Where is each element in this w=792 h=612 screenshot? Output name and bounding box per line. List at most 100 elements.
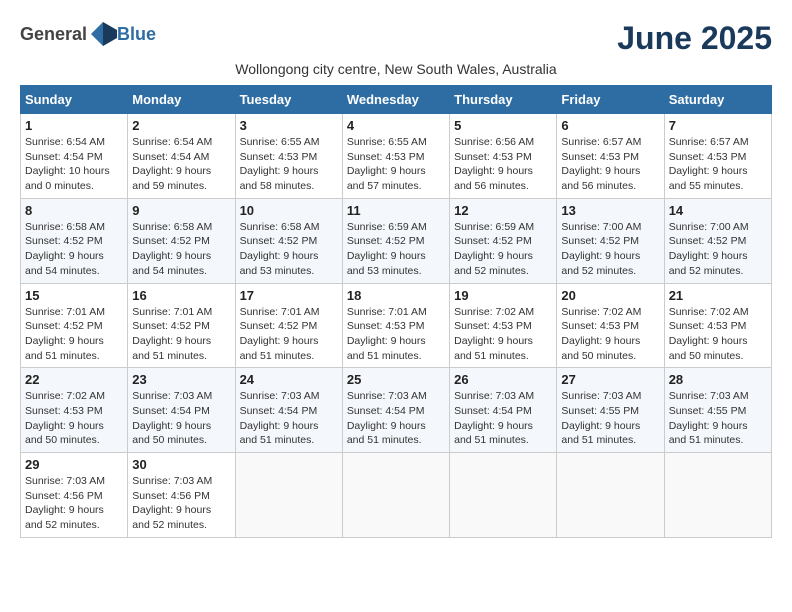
sunset-label: Sunset: 4:56 PM: [25, 490, 103, 502]
sunset-label: Sunset: 4:53 PM: [240, 151, 318, 163]
day-info: Sunrise: 6:59 AM Sunset: 4:52 PM Dayligh…: [454, 220, 552, 279]
sunset-label: Sunset: 4:52 PM: [561, 235, 639, 247]
day-number: 11: [347, 203, 445, 218]
daylight-label: Daylight: 9 hours and 51 minutes.: [454, 420, 533, 447]
page-header: General Blue June 2025: [20, 20, 772, 57]
day-cell-19: 19 Sunrise: 7:02 AM Sunset: 4:53 PM Dayl…: [450, 283, 557, 368]
daylight-label: Daylight: 9 hours and 53 minutes.: [347, 250, 426, 277]
day-number: 19: [454, 288, 552, 303]
day-cell-28: 28 Sunrise: 7:03 AM Sunset: 4:55 PM Dayl…: [664, 368, 771, 453]
empty-cell: [557, 453, 664, 538]
day-info: Sunrise: 7:03 AM Sunset: 4:56 PM Dayligh…: [132, 474, 230, 533]
calendar-week-3: 15 Sunrise: 7:01 AM Sunset: 4:52 PM Dayl…: [21, 283, 772, 368]
day-cell-3: 3 Sunrise: 6:55 AM Sunset: 4:53 PM Dayli…: [235, 114, 342, 199]
sunset-label: Sunset: 4:52 PM: [25, 320, 103, 332]
sunrise-label: Sunrise: 7:03 AM: [132, 475, 212, 487]
day-info: Sunrise: 7:01 AM Sunset: 4:53 PM Dayligh…: [347, 305, 445, 364]
daylight-label: Daylight: 9 hours and 52 minutes.: [132, 504, 211, 531]
sunset-label: Sunset: 4:53 PM: [561, 320, 639, 332]
day-number: 15: [25, 288, 123, 303]
day-cell-14: 14 Sunrise: 7:00 AM Sunset: 4:52 PM Dayl…: [664, 198, 771, 283]
daylight-label: Daylight: 9 hours and 54 minutes.: [25, 250, 104, 277]
day-number: 26: [454, 372, 552, 387]
day-cell-16: 16 Sunrise: 7:01 AM Sunset: 4:52 PM Dayl…: [128, 283, 235, 368]
sunset-label: Sunset: 4:53 PM: [454, 320, 532, 332]
sunrise-label: Sunrise: 6:59 AM: [347, 221, 427, 233]
title-area: June 2025: [617, 20, 772, 57]
day-number: 4: [347, 118, 445, 133]
sunset-label: Sunset: 4:52 PM: [454, 235, 532, 247]
sunrise-label: Sunrise: 6:58 AM: [132, 221, 212, 233]
day-number: 29: [25, 457, 123, 472]
sunrise-label: Sunrise: 6:59 AM: [454, 221, 534, 233]
daylight-label: Daylight: 9 hours and 58 minutes.: [240, 165, 319, 192]
daylight-label: Daylight: 9 hours and 57 minutes.: [347, 165, 426, 192]
sunset-label: Sunset: 4:54 PM: [132, 405, 210, 417]
sunrise-label: Sunrise: 7:02 AM: [561, 306, 641, 318]
sunset-label: Sunset: 4:55 PM: [561, 405, 639, 417]
daylight-label: Daylight: 9 hours and 56 minutes.: [561, 165, 640, 192]
day-cell-25: 25 Sunrise: 7:03 AM Sunset: 4:54 PM Dayl…: [342, 368, 449, 453]
sunset-label: Sunset: 4:52 PM: [25, 235, 103, 247]
day-number: 3: [240, 118, 338, 133]
daylight-label: Daylight: 9 hours and 51 minutes.: [240, 420, 319, 447]
day-number: 23: [132, 372, 230, 387]
day-number: 12: [454, 203, 552, 218]
day-cell-22: 22 Sunrise: 7:02 AM Sunset: 4:53 PM Dayl…: [21, 368, 128, 453]
daylight-label: Daylight: 9 hours and 52 minutes.: [669, 250, 748, 277]
sunset-label: Sunset: 4:54 PM: [240, 405, 318, 417]
calendar-week-5: 29 Sunrise: 7:03 AM Sunset: 4:56 PM Dayl…: [21, 453, 772, 538]
day-info: Sunrise: 6:55 AM Sunset: 4:53 PM Dayligh…: [347, 135, 445, 194]
day-number: 16: [132, 288, 230, 303]
day-number: 30: [132, 457, 230, 472]
sunrise-label: Sunrise: 6:57 AM: [669, 136, 749, 148]
day-info: Sunrise: 7:01 AM Sunset: 4:52 PM Dayligh…: [132, 305, 230, 364]
sunset-label: Sunset: 4:54 AM: [132, 151, 209, 163]
empty-cell: [235, 453, 342, 538]
empty-cell: [342, 453, 449, 538]
day-info: Sunrise: 7:03 AM Sunset: 4:56 PM Dayligh…: [25, 474, 123, 533]
day-number: 25: [347, 372, 445, 387]
calendar-week-2: 8 Sunrise: 6:58 AM Sunset: 4:52 PM Dayli…: [21, 198, 772, 283]
day-cell-5: 5 Sunrise: 6:56 AM Sunset: 4:53 PM Dayli…: [450, 114, 557, 199]
day-info: Sunrise: 7:00 AM Sunset: 4:52 PM Dayligh…: [669, 220, 767, 279]
sunrise-label: Sunrise: 7:00 AM: [669, 221, 749, 233]
sunrise-label: Sunrise: 7:01 AM: [240, 306, 320, 318]
daylight-label: Daylight: 9 hours and 51 minutes.: [454, 335, 533, 362]
calendar-week-4: 22 Sunrise: 7:02 AM Sunset: 4:53 PM Dayl…: [21, 368, 772, 453]
day-info: Sunrise: 6:58 AM Sunset: 4:52 PM Dayligh…: [132, 220, 230, 279]
day-info: Sunrise: 6:57 AM Sunset: 4:53 PM Dayligh…: [561, 135, 659, 194]
day-cell-1: 1 Sunrise: 6:54 AM Sunset: 4:54 PM Dayli…: [21, 114, 128, 199]
sunrise-label: Sunrise: 6:55 AM: [240, 136, 320, 148]
day-number: 21: [669, 288, 767, 303]
daylight-label: Daylight: 9 hours and 53 minutes.: [240, 250, 319, 277]
day-info: Sunrise: 6:57 AM Sunset: 4:53 PM Dayligh…: [669, 135, 767, 194]
day-cell-23: 23 Sunrise: 7:03 AM Sunset: 4:54 PM Dayl…: [128, 368, 235, 453]
day-number: 5: [454, 118, 552, 133]
sunrise-label: Sunrise: 7:03 AM: [240, 390, 320, 402]
day-number: 17: [240, 288, 338, 303]
sunrise-label: Sunrise: 7:00 AM: [561, 221, 641, 233]
day-cell-27: 27 Sunrise: 7:03 AM Sunset: 4:55 PM Dayl…: [557, 368, 664, 453]
day-info: Sunrise: 7:02 AM Sunset: 4:53 PM Dayligh…: [669, 305, 767, 364]
sunrise-label: Sunrise: 6:56 AM: [454, 136, 534, 148]
daylight-label: Daylight: 9 hours and 51 minutes.: [347, 335, 426, 362]
daylight-label: Daylight: 9 hours and 52 minutes.: [561, 250, 640, 277]
sunset-label: Sunset: 4:52 PM: [132, 235, 210, 247]
day-number: 7: [669, 118, 767, 133]
day-cell-30: 30 Sunrise: 7:03 AM Sunset: 4:56 PM Dayl…: [128, 453, 235, 538]
sunrise-label: Sunrise: 7:03 AM: [669, 390, 749, 402]
sunrise-label: Sunrise: 7:01 AM: [132, 306, 212, 318]
daylight-label: Daylight: 9 hours and 50 minutes.: [132, 420, 211, 447]
daylight-label: Daylight: 9 hours and 51 minutes.: [240, 335, 319, 362]
day-cell-21: 21 Sunrise: 7:02 AM Sunset: 4:53 PM Dayl…: [664, 283, 771, 368]
daylight-label: Daylight: 9 hours and 51 minutes.: [347, 420, 426, 447]
sunset-label: Sunset: 4:52 PM: [240, 235, 318, 247]
day-cell-29: 29 Sunrise: 7:03 AM Sunset: 4:56 PM Dayl…: [21, 453, 128, 538]
day-info: Sunrise: 7:03 AM Sunset: 4:54 PM Dayligh…: [347, 389, 445, 448]
col-header-wednesday: Wednesday: [342, 86, 449, 114]
day-info: Sunrise: 7:03 AM Sunset: 4:55 PM Dayligh…: [669, 389, 767, 448]
day-info: Sunrise: 7:03 AM Sunset: 4:54 PM Dayligh…: [454, 389, 552, 448]
daylight-label: Daylight: 9 hours and 51 minutes.: [669, 420, 748, 447]
sunrise-label: Sunrise: 7:03 AM: [454, 390, 534, 402]
